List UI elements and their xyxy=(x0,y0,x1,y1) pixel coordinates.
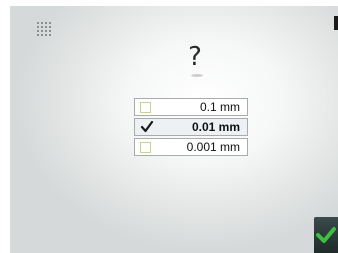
option-0-001-mm[interactable]: 0.001 mm xyxy=(134,138,248,156)
grid-icon[interactable] xyxy=(37,22,52,37)
resolution-options-list: 0.1 mm 0.01 mm 0.001 mm xyxy=(134,98,248,158)
question-mark-shadow xyxy=(191,74,203,77)
option-label: 0.001 mm xyxy=(186,140,240,154)
option-label: 0.01 mm xyxy=(191,120,240,134)
check-icon[interactable] xyxy=(140,120,154,134)
question-mark: ? xyxy=(188,42,202,72)
checkbox-unchecked[interactable] xyxy=(140,142,151,153)
option-label: 0.1 mm xyxy=(199,100,240,114)
corner-tab xyxy=(334,16,338,30)
option-0-1-mm[interactable]: 0.1 mm xyxy=(134,98,248,116)
option-0-01-mm[interactable]: 0.01 mm xyxy=(134,118,248,136)
resolution-selection-screen: ? 0.1 mm 0.01 mm 0.001 mm xyxy=(10,6,338,253)
checkbox-unchecked[interactable] xyxy=(140,102,151,113)
confirm-button[interactable] xyxy=(314,217,338,253)
confirm-checkmark-icon xyxy=(316,227,336,243)
